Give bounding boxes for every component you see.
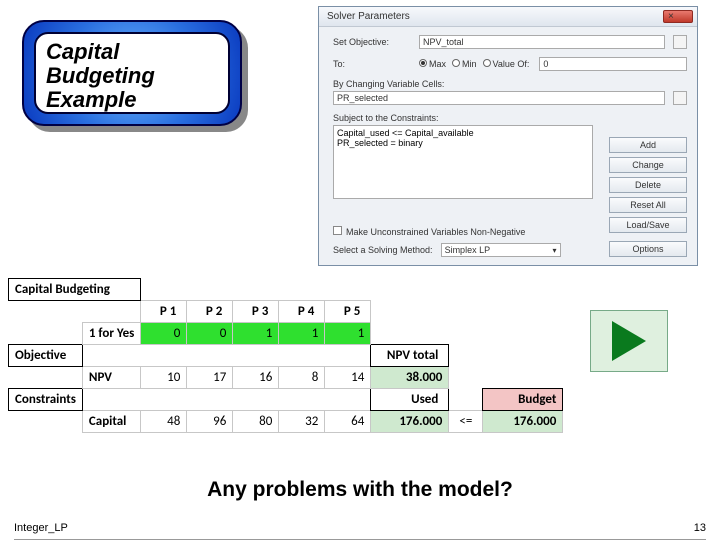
title-line-3: Example: [46, 87, 137, 112]
budget-label: Budget: [483, 389, 563, 411]
set-objective-input[interactable]: NPV_total: [419, 35, 665, 49]
constraints-label: Subject to the Constraints:: [333, 113, 687, 123]
table-row: Capital 48 96 80 32 64 176.000 <= 176.00…: [9, 411, 563, 433]
cell[interactable]: 96: [187, 411, 233, 433]
budget-value[interactable]: 176.000: [483, 411, 563, 433]
col-header-p3: P 3: [233, 301, 279, 323]
solver-parameters-dialog: Solver Parameters × Set Objective: NPV_t…: [318, 6, 698, 266]
row-label-select: 1 for Yes: [82, 323, 140, 345]
npv-total-value[interactable]: 38.000: [371, 367, 449, 389]
table-row: Objective NPV total: [9, 345, 563, 367]
value-of-input[interactable]: 0: [539, 57, 687, 71]
row-label-npv: NPV: [82, 367, 140, 389]
table-row: NPV 10 17 16 8 14 38.000: [9, 367, 563, 389]
radio-valueof[interactable]: Value Of:: [483, 59, 530, 69]
nonneg-checkbox[interactable]: [333, 226, 342, 235]
play-button[interactable]: [590, 310, 668, 372]
radio-max[interactable]: Max: [419, 59, 446, 69]
constraint-line: Capital_used <= Capital_available: [337, 128, 589, 138]
cell[interactable]: 1: [325, 323, 371, 345]
used-value[interactable]: 176.000: [371, 411, 449, 433]
range-picker-icon[interactable]: [673, 91, 687, 105]
close-icon[interactable]: ×: [663, 10, 693, 23]
radio-min[interactable]: Min: [452, 59, 477, 69]
cell[interactable]: 64: [325, 411, 371, 433]
constraint-line: PR_selected = binary: [337, 138, 589, 148]
table-row: Constraints Used Budget: [9, 389, 563, 411]
reset-all-button[interactable]: Reset All: [609, 197, 687, 213]
cell[interactable]: 32: [279, 411, 325, 433]
footer-right: 13: [694, 522, 706, 534]
cell[interactable]: 17: [187, 367, 233, 389]
changing-cells-label: By Changing Variable Cells:: [333, 79, 687, 89]
cell[interactable]: 1: [279, 323, 325, 345]
col-header-p5: P 5: [325, 301, 371, 323]
cell[interactable]: 0: [187, 323, 233, 345]
footer-left: Integer_LP: [14, 522, 68, 534]
table-row: 1 for Yes 0 0 1 1 1: [9, 323, 563, 345]
method-label: Select a Solving Method:: [333, 245, 433, 255]
slide-title: Capital Budgeting Example: [46, 40, 218, 113]
changing-cells-input[interactable]: PR_selected: [333, 91, 665, 105]
constraints-listbox[interactable]: Capital_used <= Capital_available PR_sel…: [333, 125, 593, 199]
section-objective: Objective: [9, 345, 83, 367]
cell[interactable]: 80: [233, 411, 279, 433]
section-constraints: Constraints: [9, 389, 83, 411]
row-label-capital: Capital: [82, 411, 140, 433]
chevron-down-icon: ▾: [553, 246, 557, 255]
used-label: Used: [371, 389, 449, 411]
col-header-p1: P 1: [141, 301, 187, 323]
section-capital-budgeting: Capital Budgeting: [9, 279, 141, 301]
cell[interactable]: 10: [141, 367, 187, 389]
cell[interactable]: 8: [279, 367, 325, 389]
dialog-titlebar[interactable]: Solver Parameters ×: [319, 7, 697, 27]
dialog-title: Solver Parameters: [323, 11, 663, 22]
set-objective-label: Set Objective:: [333, 37, 413, 47]
delete-button[interactable]: Delete: [609, 177, 687, 193]
cell[interactable]: 48: [141, 411, 187, 433]
cell[interactable]: 16: [233, 367, 279, 389]
col-header-p4: P 4: [279, 301, 325, 323]
cell[interactable]: 1: [233, 323, 279, 345]
npv-total-label: NPV total: [371, 345, 449, 367]
title-plaque: Capital Budgeting Example: [22, 20, 242, 126]
cell[interactable]: 14: [325, 367, 371, 389]
title-line-2: Budgeting: [46, 63, 155, 88]
table-row: P 1 P 2 P 3 P 4 P 5: [9, 301, 563, 323]
change-button[interactable]: Change: [609, 157, 687, 173]
title-line-1: Capital: [46, 39, 119, 64]
leq-label: <=: [449, 411, 483, 433]
title-plaque-inner: Capital Budgeting Example: [34, 32, 230, 114]
cell[interactable]: 0: [141, 323, 187, 345]
col-header-p2: P 2: [187, 301, 233, 323]
question-text: Any problems with the model?: [0, 478, 720, 502]
to-label: To:: [333, 59, 413, 69]
solving-method-select[interactable]: Simplex LP▾: [441, 243, 561, 257]
nonneg-label: Make Unconstrained Variables Non-Negativ…: [346, 227, 525, 237]
range-picker-icon[interactable]: [673, 35, 687, 49]
options-button[interactable]: Options: [609, 241, 687, 257]
add-button[interactable]: Add: [609, 137, 687, 153]
play-icon: [612, 321, 646, 361]
table-row: Capital Budgeting: [9, 279, 563, 301]
